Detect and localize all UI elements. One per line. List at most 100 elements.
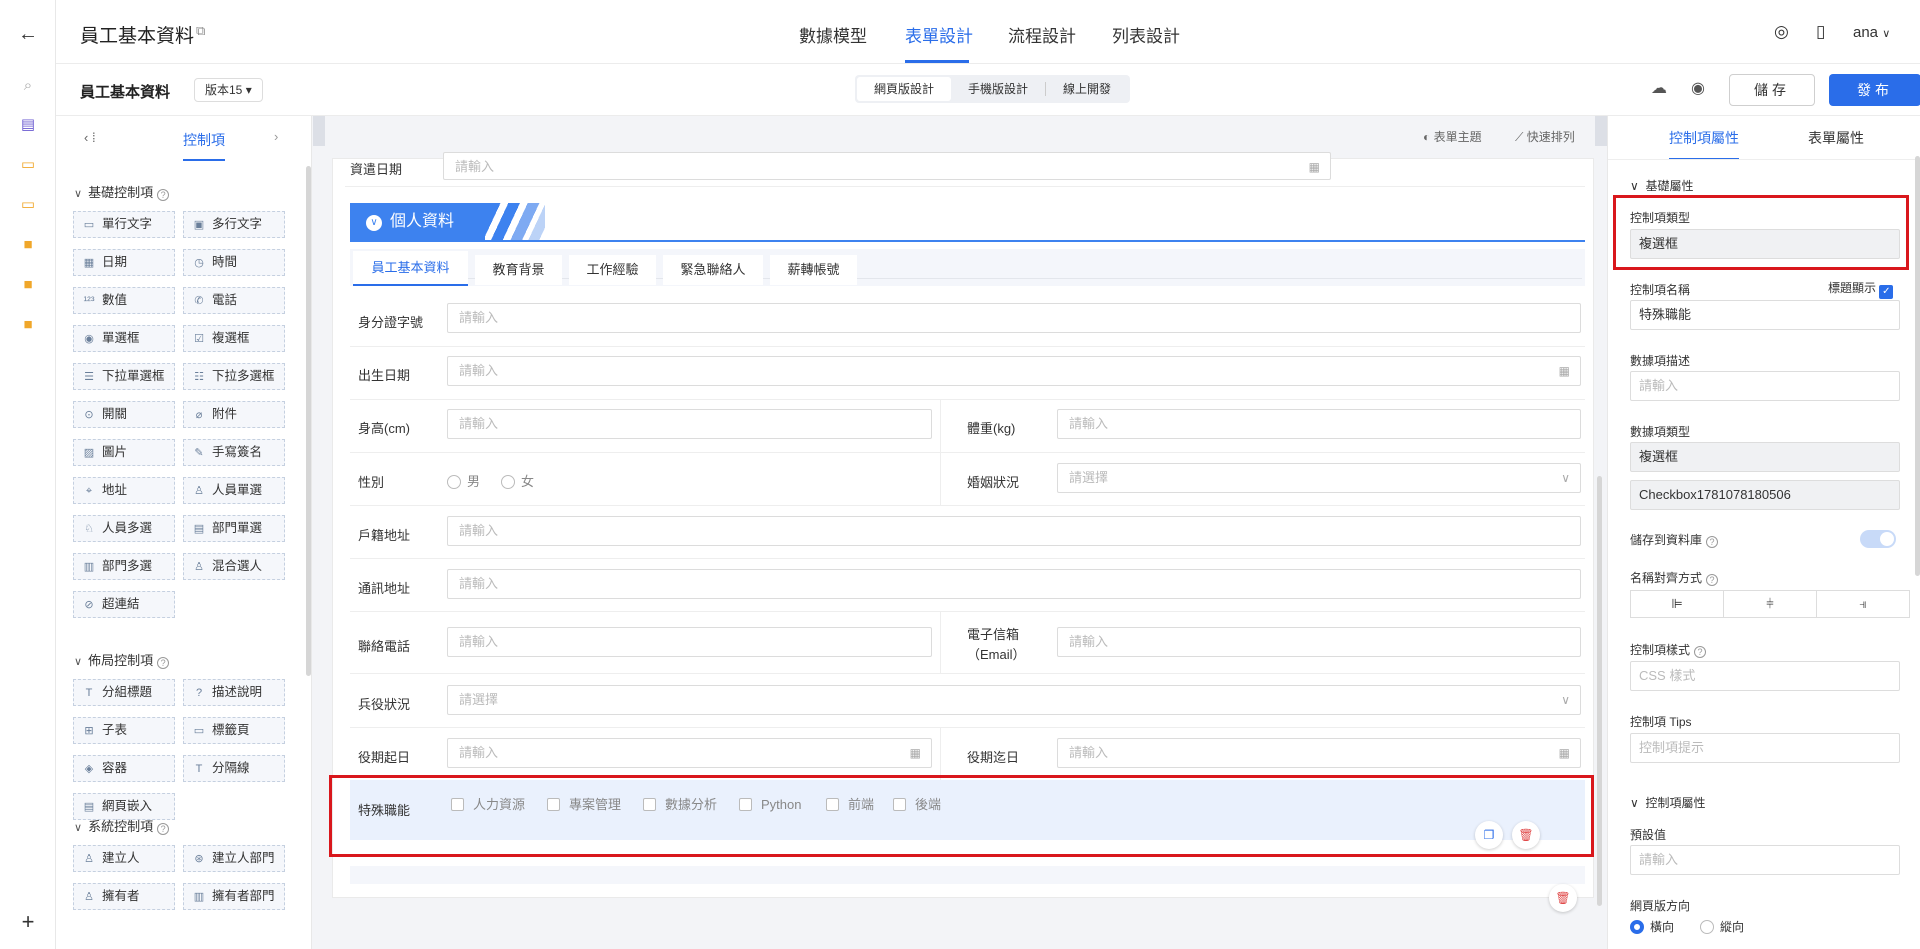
align-center-icon[interactable]: ⫩ <box>1724 591 1817 617</box>
control-item-system-0[interactable]: ♙ 建立人 <box>73 845 175 872</box>
publish-button[interactable]: 發布 <box>1829 74 1920 106</box>
control-item-basic-11[interactable]: ⌀ 附件 <box>183 401 285 428</box>
control-item-layout-0[interactable]: T 分組標題 <box>73 679 175 706</box>
control-item-system-1[interactable]: ⊛ 建立人部門 <box>183 845 285 872</box>
tab-basic-info[interactable]: 員工基本資料 <box>353 251 468 286</box>
version-select[interactable]: 版本15 ▾ <box>194 78 263 102</box>
control-item-layout-3[interactable]: ▭ 標籤頁 <box>183 717 285 744</box>
control-item-basic-8[interactable]: ☰ 下拉單選框 <box>73 363 175 390</box>
direction-vertical[interactable]: 縱向 <box>1700 918 1744 935</box>
tab-controls[interactable]: 控制項 <box>183 130 225 161</box>
control-item-basic-7[interactable]: ☑ 複選框 <box>183 325 285 352</box>
save-db-switch[interactable] <box>1860 530 1896 548</box>
mailing-address-input[interactable]: 請輸入 <box>447 569 1581 599</box>
data-desc-input[interactable]: 請輸入 <box>1630 371 1900 401</box>
contact-phone-input[interactable]: 請輸入 <box>447 627 932 657</box>
tips-input[interactable]: 控制項提示 <box>1630 733 1900 763</box>
chat-icon[interactable]: ▭ <box>0 155 56 175</box>
preview-eye-icon[interactable]: ◉ <box>1691 78 1705 98</box>
control-item-basic-6[interactable]: ◉ 單選框 <box>73 325 175 352</box>
tab-education[interactable]: 教育背景 <box>475 255 562 285</box>
direction-horizontal[interactable]: 橫向 <box>1630 918 1674 935</box>
chat-icon-2[interactable]: ▭ <box>0 195 56 215</box>
scrollbar[interactable] <box>306 166 311 676</box>
tab-control-properties[interactable]: 控制項屬性 <box>1669 128 1739 160</box>
book-icon[interactable]: ▯ <box>1816 22 1825 42</box>
control-item-layout-4[interactable]: ◈ 容器 <box>73 755 175 782</box>
cloud-upload-icon[interactable]: ☁ <box>1651 78 1667 98</box>
default-input[interactable]: 請輸入 <box>1630 845 1900 875</box>
gender-radio-female[interactable]: 女 <box>501 471 534 490</box>
tab-work-experience[interactable]: 工作經驗 <box>569 255 656 285</box>
control-item-basic-13[interactable]: ✎ 手寫簽名 <box>183 439 285 466</box>
control-item-basic-2[interactable]: ▦ 日期 <box>73 249 175 276</box>
gender-radio-male[interactable]: 男 <box>447 471 480 490</box>
tab-emergency-contact[interactable]: 緊急聯絡人 <box>663 255 763 285</box>
control-name-input[interactable]: 特殊職能 <box>1630 300 1900 330</box>
control-item-basic-10[interactable]: ⊙ 開關 <box>73 401 175 428</box>
weight-input[interactable]: 請輸入 <box>1057 409 1581 439</box>
control-item-basic-16[interactable]: ♘ 人員多選 <box>73 515 175 542</box>
group-title[interactable]: ∨ 個人資料 <box>350 203 485 241</box>
control-item-layout-5[interactable]: T 分隔線 <box>183 755 285 782</box>
control-item-basic-17[interactable]: ▤ 部門單選 <box>183 515 285 542</box>
folder-icon[interactable]: ■ <box>0 235 56 255</box>
control-item-basic-20[interactable]: ⊘ 超連結 <box>73 591 175 618</box>
control-item-layout-2[interactable]: ⊞ 子表 <box>73 717 175 744</box>
section-basic-controls[interactable]: ∨ 基礎控制項? <box>74 182 170 201</box>
control-item-basic-12[interactable]: ▨ 圖片 <box>73 439 175 466</box>
chevron-left-icon[interactable]: ‹ ⁞ <box>84 130 96 145</box>
external-link-icon[interactable]: ⧉ <box>196 23 205 39</box>
tab-form-design[interactable]: 表單設計 <box>905 22 973 47</box>
tab-payroll-account[interactable]: 薪轉帳號 <box>770 255 857 285</box>
marital-status-select[interactable]: 請選擇 ∨ <box>1057 463 1581 493</box>
style-input[interactable]: CSS 樣式 <box>1630 661 1900 691</box>
collapse-left-handle[interactable] <box>313 116 325 146</box>
tab-web-design[interactable]: 網頁版設計 <box>857 77 952 101</box>
dismissal-date-input[interactable]: 請輸入 ▦ <box>443 152 1331 180</box>
control-item-basic-3[interactable]: ◷ 時間 <box>183 249 285 276</box>
control-item-basic-5[interactable]: ✆ 電話 <box>183 287 285 314</box>
tab-data-model[interactable]: 數據模型 <box>799 22 867 47</box>
support-icon[interactable]: ◎ <box>1774 22 1789 42</box>
id-number-input[interactable]: 請輸入 <box>447 303 1581 333</box>
section-control-properties[interactable]: ∨ 控制項屬性 <box>1630 794 1705 811</box>
control-item-basic-14[interactable]: ⌖ 地址 <box>73 477 175 504</box>
delete-tab-icon[interactable]: 🗑 <box>1549 884 1577 912</box>
tab-mobile-design[interactable]: 手機版設計 <box>951 77 1045 101</box>
align-left-icon[interactable]: ⊫ <box>1631 591 1724 617</box>
control-item-system-3[interactable]: ▥ 擁有者部門 <box>183 883 285 910</box>
canvas-scrollbar[interactable] <box>1597 476 1602 906</box>
section-layout-controls[interactable]: ∨ 佈局控制項? <box>74 650 170 669</box>
back-arrow-icon[interactable]: ← <box>0 24 56 44</box>
height-input[interactable]: 請輸入 <box>447 409 932 439</box>
control-item-basic-9[interactable]: ☷ 下拉多選框 <box>183 363 285 390</box>
collapse-right-handle[interactable] <box>1595 116 1607 146</box>
control-item-layout-1[interactable]: ? 描述說明 <box>183 679 285 706</box>
control-item-basic-1[interactable]: ▣ 多行文字 <box>183 211 285 238</box>
control-item-basic-15[interactable]: ♙ 人員單選 <box>183 477 285 504</box>
align-right-icon[interactable]: ⫣ <box>1817 591 1909 617</box>
section-basic-properties[interactable]: ∨ 基礎屬性 <box>1630 177 1693 194</box>
title-show-toggle[interactable]: 標題顯示 ✓ <box>1828 279 1894 299</box>
control-item-basic-18[interactable]: ▥ 部門多選 <box>73 553 175 580</box>
save-button[interactable]: 儲存 <box>1729 74 1815 106</box>
email-input[interactable]: 請輸入 <box>1057 627 1581 657</box>
tab-online-dev[interactable]: 線上開發 <box>1046 77 1128 101</box>
control-item-basic-19[interactable]: ♙ 混合選人 <box>183 553 285 580</box>
control-item-basic-4[interactable]: ¹²³ 數值 <box>73 287 175 314</box>
tab-list-design[interactable]: 列表設計 <box>1112 22 1180 47</box>
tab-form-properties[interactable]: 表單屬性 <box>1808 128 1864 148</box>
household-address-input[interactable]: 請輸入 <box>447 516 1581 546</box>
user-menu[interactable]: ana ∨ <box>1853 24 1890 41</box>
add-icon[interactable]: + <box>0 911 56 933</box>
folder-icon-2[interactable]: ■ <box>0 275 56 295</box>
service-start-input[interactable]: 請輸入 ▦ <box>447 738 932 768</box>
scrollbar[interactable] <box>1915 156 1920 576</box>
form-theme-button[interactable]: ◐ 表單主題 <box>1423 128 1482 145</box>
control-item-basic-0[interactable]: ▭ 單行文字 <box>73 211 175 238</box>
service-end-input[interactable]: 請輸入 ▦ <box>1057 738 1581 768</box>
folder-icon-3[interactable]: ■ <box>0 315 56 335</box>
birth-date-input[interactable]: 請輸入 ▦ <box>447 356 1581 386</box>
table-icon[interactable]: ▤ <box>0 115 56 135</box>
